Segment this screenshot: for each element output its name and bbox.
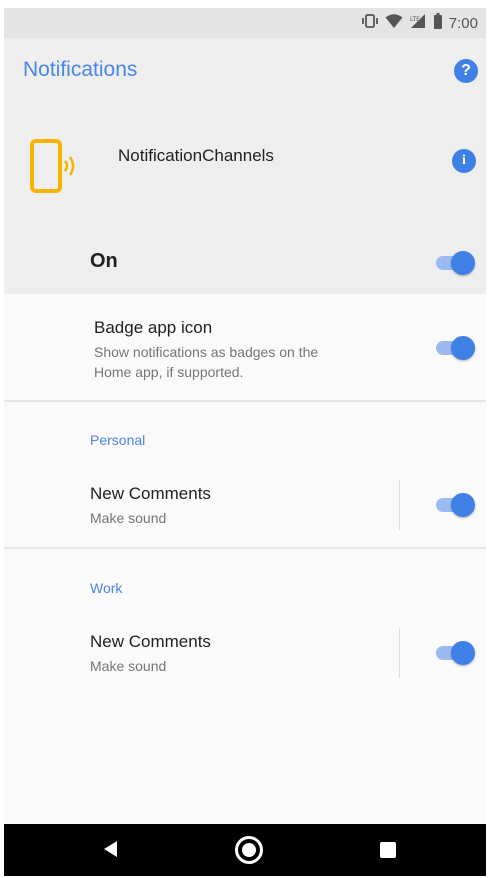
back-icon[interactable]	[104, 841, 117, 857]
navigation-bar	[4, 824, 486, 876]
toggle-thumb	[451, 251, 475, 275]
toggle-thumb	[451, 336, 475, 360]
channel-group-personal: Personal	[90, 432, 146, 448]
home-icon[interactable]	[235, 836, 263, 864]
phone-screen: LTE 7:00 Notifications ? NotificationCha…	[4, 8, 486, 876]
master-toggle-label: On	[90, 250, 118, 272]
svg-text:LTE: LTE	[410, 16, 420, 23]
master-toggle-switch[interactable]	[434, 248, 478, 278]
toggle-thumb	[451, 641, 475, 665]
badge-subtitle-line1: Show notifications as badges on the	[94, 344, 319, 360]
status-icons: LTE 7:00	[361, 12, 478, 34]
vertical-divider	[399, 480, 400, 530]
battery-icon	[433, 12, 443, 34]
status-bar: LTE 7:00	[4, 8, 486, 38]
channel-group-work: Work	[90, 580, 123, 596]
channel-title[interactable]: New Comments	[90, 484, 211, 504]
channel-subtitle: Make sound	[90, 510, 167, 526]
wifi-icon	[385, 13, 403, 34]
badge-subtitle-line2: Home app, if supported.	[94, 364, 244, 380]
status-time: 7:00	[448, 14, 478, 32]
help-icon[interactable]: ?	[454, 59, 478, 83]
app-name: NotificationChannels	[118, 146, 274, 165]
divider	[4, 400, 486, 402]
divider	[4, 547, 486, 549]
vertical-divider	[399, 628, 400, 678]
badge-toggle-switch[interactable]	[434, 333, 478, 363]
recents-icon[interactable]	[380, 842, 396, 858]
channel-subtitle: Make sound	[90, 658, 167, 674]
page-title: Notifications	[23, 58, 138, 81]
personal-new-comments-toggle[interactable]	[434, 490, 478, 520]
vibrate-icon	[361, 13, 379, 34]
channel-title[interactable]: New Comments	[90, 632, 211, 652]
badge-title: Badge app icon	[94, 318, 213, 337]
lte-signal-icon: LTE	[409, 13, 427, 34]
toggle-thumb	[451, 493, 475, 517]
work-new-comments-toggle[interactable]	[434, 638, 478, 668]
phone-ringing-icon	[30, 139, 78, 195]
info-icon[interactable]: i	[452, 149, 476, 173]
